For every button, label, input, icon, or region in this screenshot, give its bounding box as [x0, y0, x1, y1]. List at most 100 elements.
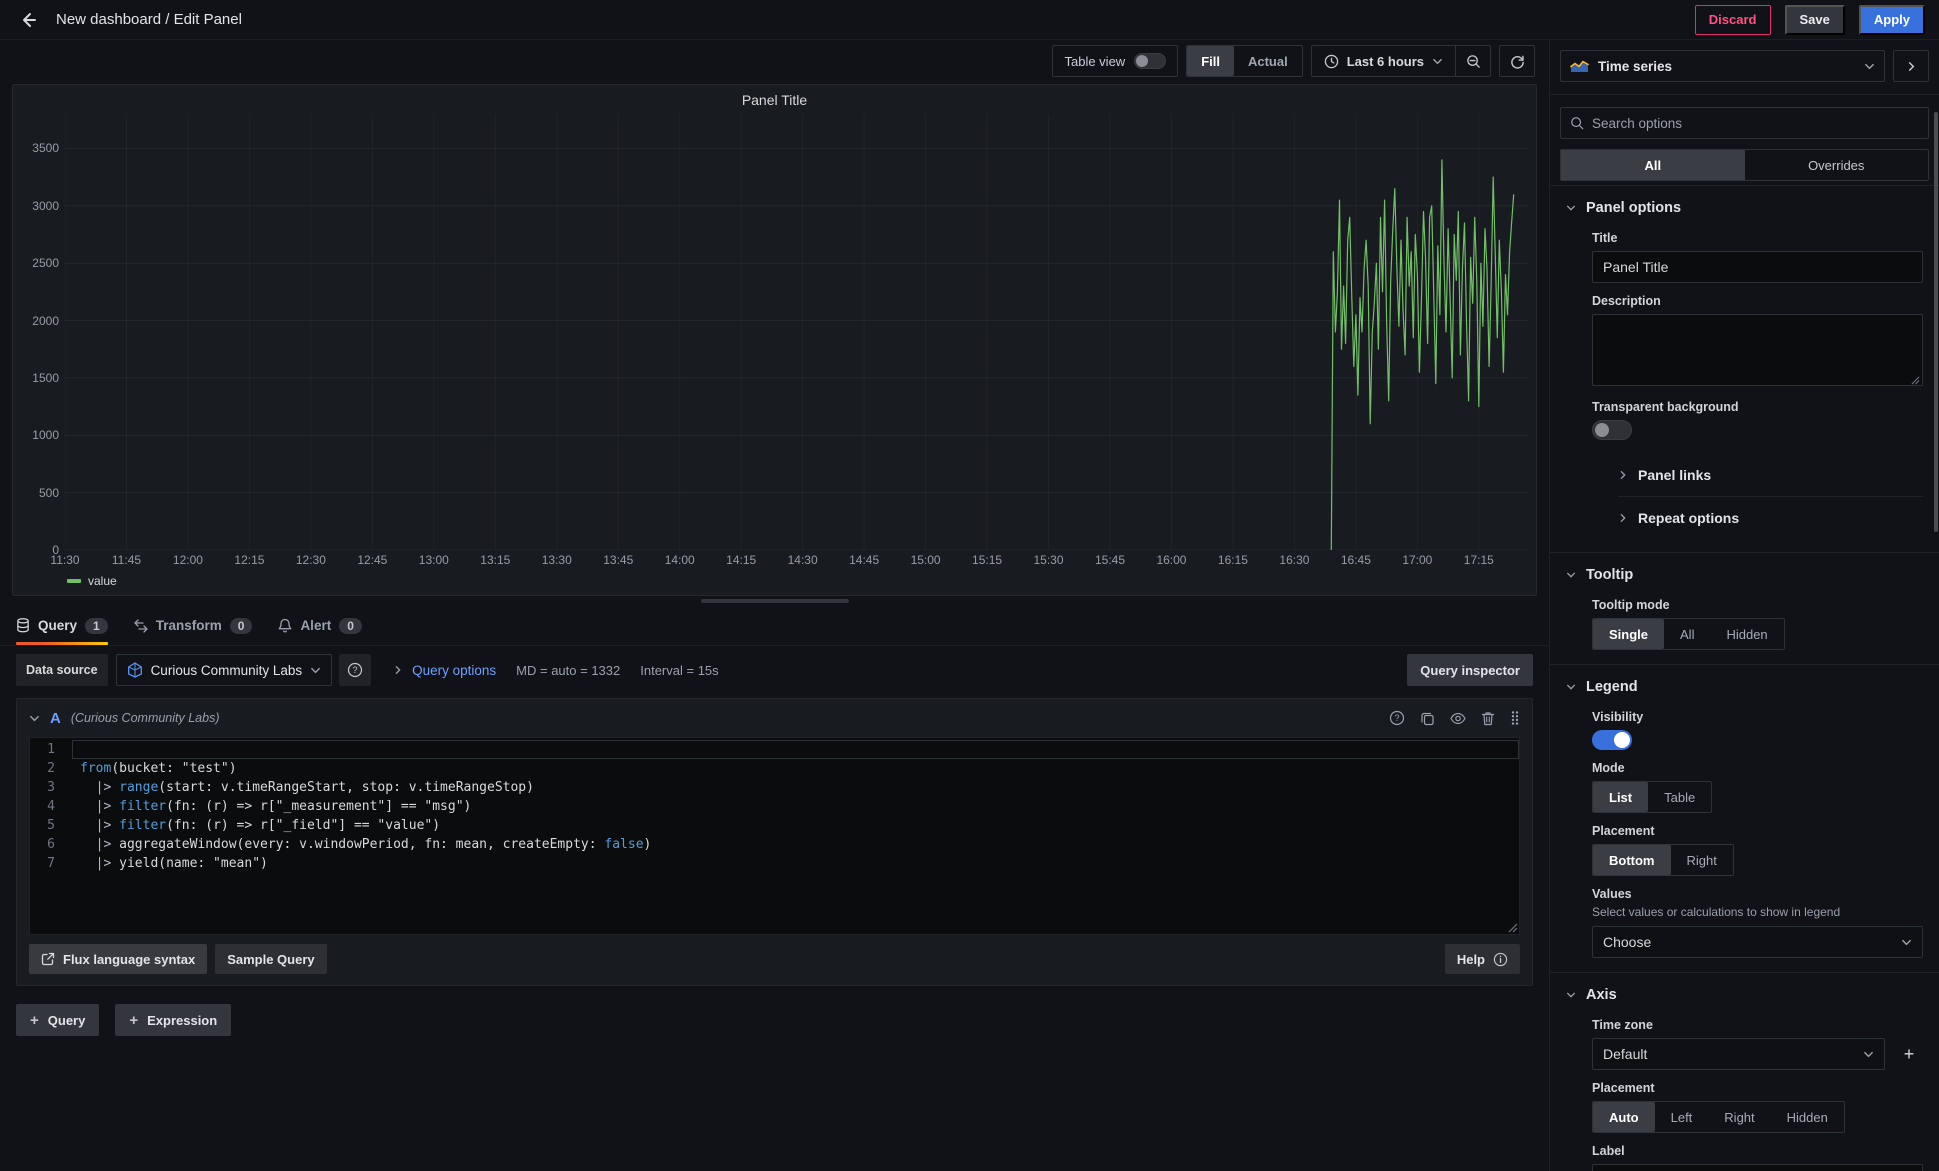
table-view-label: Table view — [1064, 54, 1125, 69]
duplicate-icon[interactable] — [1420, 711, 1435, 726]
filter-tab-overrides[interactable]: Overrides — [1745, 150, 1929, 180]
apply-button[interactable]: Apply — [1859, 5, 1925, 35]
legend-series-swatch — [67, 579, 81, 583]
tab-transform[interactable]: Transform 0 — [134, 606, 253, 645]
transparent-bg-label: Transparent background — [1592, 400, 1923, 414]
help-circle-icon[interactable]: ? — [1389, 710, 1405, 726]
add-query-label: Query — [48, 1013, 86, 1028]
tab-query[interactable]: Query 1 — [16, 606, 108, 645]
svg-text:?: ? — [1394, 713, 1399, 723]
axis-placement-group: Auto Left Right Hidden — [1592, 1101, 1845, 1133]
flux-syntax-button[interactable]: Flux language syntax — [29, 944, 207, 974]
axis-placement-left[interactable]: Left — [1655, 1102, 1709, 1132]
tooltip-mode-label: Tooltip mode — [1592, 598, 1923, 612]
search-options-input[interactable] — [1592, 116, 1919, 131]
tooltip-mode-hidden[interactable]: Hidden — [1710, 619, 1783, 649]
panel-links-label: Panel links — [1638, 467, 1711, 483]
editor-resize-handle[interactable] — [1508, 923, 1518, 933]
plus-icon: + — [30, 1012, 39, 1029]
save-button[interactable]: Save — [1785, 5, 1845, 35]
time-range-picker[interactable]: Last 6 hours — [1312, 46, 1455, 76]
legend-series-label[interactable]: value — [88, 574, 117, 588]
sample-query-button[interactable]: Sample Query — [215, 944, 326, 974]
axis-placement-right[interactable]: Right — [1708, 1102, 1770, 1132]
axis-placement-auto[interactable]: Auto — [1593, 1102, 1655, 1132]
axis-placement-hidden[interactable]: Hidden — [1771, 1102, 1844, 1132]
panel-title[interactable]: Panel Title — [13, 85, 1536, 112]
tooltip-mode-single[interactable]: Single — [1593, 619, 1664, 649]
tooltip-mode-all[interactable]: All — [1664, 619, 1710, 649]
x-axis-tick-label: 16:30 — [1279, 553, 1309, 567]
query-inspector-button[interactable]: Query inspector — [1407, 654, 1533, 686]
x-axis-tick-label: 13:00 — [419, 553, 449, 567]
section-panel-options-header[interactable]: Panel options — [1550, 188, 1939, 220]
section-axis-header[interactable]: Axis — [1550, 975, 1939, 1007]
legend-mode-list[interactable]: List — [1593, 782, 1648, 812]
add-timezone-button[interactable]: + — [1895, 1040, 1923, 1068]
x-axis-tick-label: 12:45 — [357, 553, 387, 567]
repeat-options-collapse[interactable]: Repeat options — [1618, 496, 1923, 538]
chevron-down-icon[interactable] — [29, 713, 40, 724]
table-view-toggle[interactable] — [1134, 53, 1166, 69]
fill-option[interactable]: Fill — [1187, 46, 1234, 76]
drag-handle-icon[interactable] — [1510, 710, 1520, 726]
tab-alert[interactable]: Alert 0 — [278, 606, 361, 645]
zoom-out-button[interactable] — [1456, 46, 1490, 76]
panel-title-input[interactable] — [1592, 251, 1923, 283]
transparent-bg-toggle[interactable] — [1592, 420, 1632, 440]
splitter-handle[interactable] — [701, 599, 849, 603]
back-button[interactable] — [14, 6, 42, 34]
refresh-button[interactable] — [1500, 46, 1534, 76]
time-range-label: Last 6 hours — [1347, 54, 1424, 69]
flux-code-editor[interactable]: 1234567 from(bucket: "test") |> range(st… — [29, 737, 1520, 935]
code-content: from(bucket: "test") |> range(start: v.t… — [72, 740, 1519, 873]
legend-values-select[interactable]: Choose — [1592, 926, 1923, 958]
tab-transform-count: 0 — [230, 618, 253, 634]
options-search[interactable] — [1560, 107, 1929, 139]
panel-links-collapse[interactable]: Panel links — [1618, 454, 1923, 496]
datasource-picker[interactable]: Curious Community Labs — [116, 654, 333, 686]
legend-placement-right[interactable]: Right — [1671, 845, 1733, 875]
viz-type-select[interactable]: Time series — [1560, 50, 1885, 82]
y-axis: 0500100015002000250030003500 — [21, 114, 65, 550]
plot-area[interactable] — [65, 114, 1528, 550]
chevron-right-icon — [1906, 61, 1917, 72]
help-label: Help — [1457, 952, 1485, 967]
textarea-resize-handle[interactable] — [1911, 376, 1920, 385]
x-axis-tick-label: 15:45 — [1095, 553, 1125, 567]
axis-placement-label: Placement — [1592, 1081, 1923, 1095]
x-axis-tick-label: 17:00 — [1402, 553, 1432, 567]
section-legend: Legend Visibility Mode List Table Placem… — [1550, 664, 1939, 972]
options-sidebar: Time series All Overrides Panel options — [1549, 40, 1939, 1171]
query-editor-footer: Flux language syntax Sample Query Help — [17, 935, 1532, 985]
section-tooltip-header[interactable]: Tooltip — [1550, 555, 1939, 587]
question-circle-icon: ? — [347, 662, 363, 678]
datasource-help-button[interactable]: ? — [339, 654, 371, 686]
sidebar-scrollbar[interactable] — [1934, 112, 1938, 532]
add-expression-button[interactable]: + Expression — [115, 1004, 231, 1036]
query-editor-header: A (Curious Community Labs) ? — [17, 699, 1532, 737]
collapse-sidebar-button[interactable] — [1893, 50, 1929, 82]
help-button[interactable]: Help — [1445, 944, 1520, 974]
legend-visibility-toggle[interactable] — [1592, 730, 1632, 750]
trash-icon[interactable] — [1481, 711, 1495, 726]
chart-legend: value — [13, 572, 1536, 595]
axis-label-input[interactable] — [1592, 1164, 1923, 1171]
time-range-group: Last 6 hours — [1311, 45, 1491, 77]
y-axis-tick-label: 500 — [39, 486, 59, 500]
legend-mode-table[interactable]: Table — [1648, 782, 1711, 812]
actual-option[interactable]: Actual — [1234, 46, 1302, 76]
timeseries-chart — [65, 114, 1528, 550]
query-options-toggle[interactable]: Query options — [393, 663, 496, 678]
section-legend-header[interactable]: Legend — [1550, 667, 1939, 699]
query-ref-id[interactable]: A — [50, 710, 61, 727]
timezone-select[interactable]: Default — [1592, 1038, 1885, 1070]
hide-query-eye-icon[interactable] — [1450, 712, 1466, 725]
legend-placement-bottom[interactable]: Bottom — [1593, 845, 1671, 875]
description-textarea[interactable] — [1592, 314, 1923, 386]
tab-alert-label: Alert — [300, 618, 331, 633]
x-axis-tick-label: 14:30 — [788, 553, 818, 567]
discard-button[interactable]: Discard — [1695, 5, 1771, 35]
add-query-button[interactable]: + Query — [16, 1004, 99, 1036]
filter-tab-all[interactable]: All — [1561, 150, 1745, 180]
